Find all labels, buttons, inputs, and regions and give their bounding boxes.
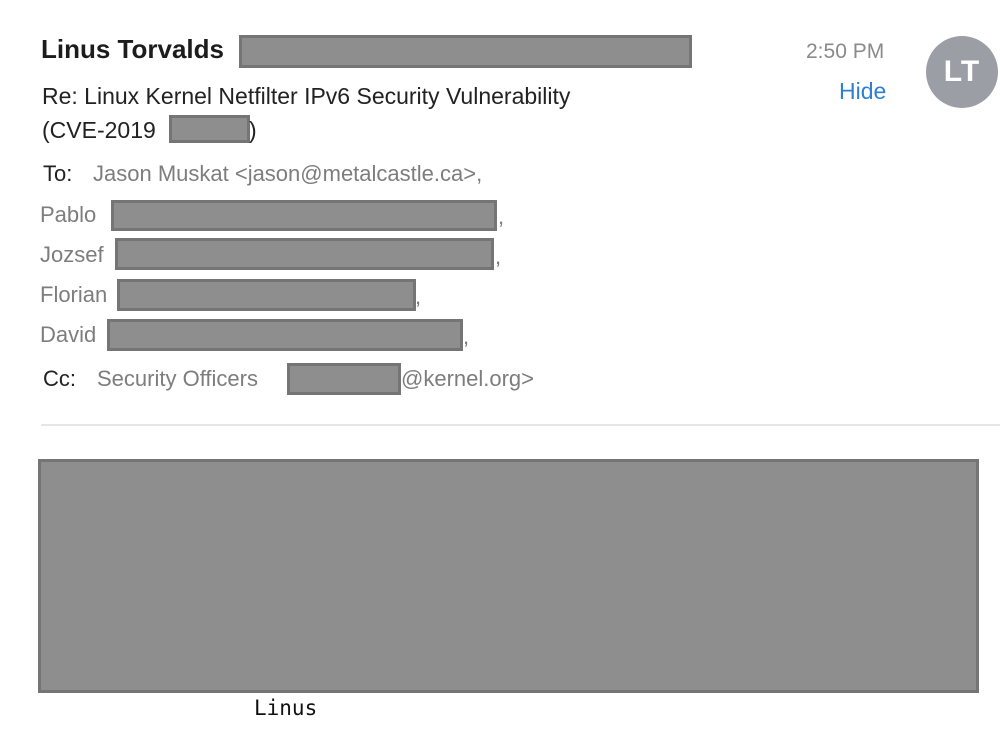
- to-label: To:: [43, 161, 73, 186]
- recipient-separator: ,: [495, 244, 502, 269]
- redacted-message-body: [38, 459, 979, 693]
- cc-label: Cc:: [43, 366, 76, 391]
- recipient-separator: ,: [498, 204, 505, 229]
- subject-line-2-suffix: ): [249, 117, 257, 143]
- recipient-jozsef-name[interactable]: Jozsef: [40, 242, 104, 268]
- subject-line-2-prefix: (CVE-2019: [42, 117, 156, 143]
- recipient-florian-name[interactable]: Florian: [40, 282, 107, 308]
- redacted-pablo-email: [111, 200, 497, 231]
- timestamp: 2:50 PM: [806, 40, 885, 63]
- recipient-pablo-name[interactable]: Pablo: [40, 202, 96, 228]
- redacted-david-email: [107, 319, 463, 351]
- redacted-sender-email: [239, 35, 692, 68]
- recipient-separator: ,: [415, 284, 422, 309]
- recipient-david-name[interactable]: David: [40, 322, 96, 348]
- recipient-jason[interactable]: Jason Muskat <jason@metalcastle.ca>,: [93, 161, 482, 187]
- subject-line-1: Re: Linux Kernel Netfilter IPv6 Security…: [42, 83, 571, 109]
- signature: Linus: [254, 696, 318, 720]
- header-divider: [41, 424, 1000, 426]
- recipient-separator: ,: [463, 324, 470, 349]
- cc-recipient-name[interactable]: Security Officers: [97, 366, 258, 392]
- sender-name: Linus Torvalds: [41, 34, 224, 64]
- hide-details-button[interactable]: Hide: [839, 78, 886, 105]
- redacted-jozsef-email: [115, 238, 494, 270]
- redacted-florian-email: [117, 279, 416, 311]
- redacted-cve-number: [169, 115, 250, 143]
- redacted-cc-email: [287, 363, 401, 395]
- cc-recipient-domain: @kernel.org>: [401, 366, 535, 391]
- avatar: LT: [926, 36, 998, 108]
